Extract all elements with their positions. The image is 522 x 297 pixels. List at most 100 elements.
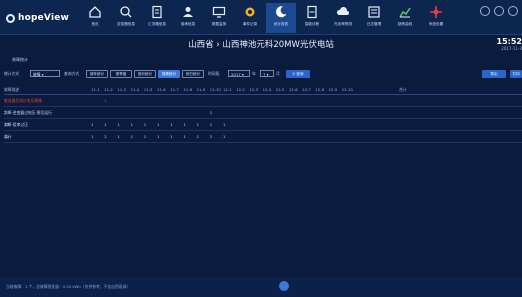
range-year-button[interactable]: 按年统计 [86,70,108,78]
nav-item-label: 汇流箱信息 [148,22,166,26]
home-icon [88,4,102,18]
status-text: 当前故障：1 个，总故障损失量：0.00 kWh（仅供参考，不含自然衰减） [6,284,131,289]
table-cell: 1 [223,134,226,139]
table-cell: 1 [196,122,200,127]
logout-icon[interactable] [508,6,518,16]
monitor-icon [212,4,226,18]
page-title: 山西省 › 山西神池元科20MW光伏电站 [188,40,334,50]
column-header[interactable]: 11-1 [91,86,100,94]
nav-item-10[interactable]: 趋势曲线 [390,3,420,33]
table-cell: 1 [4,110,7,115]
table-cell: 1 [143,134,147,139]
moon-icon [274,4,288,18]
table-cell: 1 [209,122,213,127]
table-row[interactable]: 总计 1 2 1 1 1 1 1 1 1 2 1 12 [4,131,522,143]
column-header[interactable]: 12-5 [276,86,285,94]
table-cell: 1 [223,122,226,127]
nav-item-1[interactable]: 逆变器信息 [111,3,141,33]
chart-icon [398,4,412,18]
range-day-button[interactable]: 按日统计 [182,70,204,78]
nav-item-label: 首页 [91,22,99,26]
stat-type-select[interactable]: 故障 ▾ [30,70,60,77]
table-cell: 1 [157,122,160,127]
stat-type-label: 统计方式 [4,71,20,76]
column-header[interactable]: 12-1 [223,86,232,94]
column-header[interactable]: 11-6 [157,86,166,94]
nav-item-4[interactable]: 数据监测 [204,3,234,33]
column-header[interactable]: 12-7 [302,86,311,94]
nav-item-label: 组串信息 [180,22,196,26]
table-row[interactable]: 判断·逆变器过电压·限功运行 1 1 [4,107,522,119]
document-icon [150,4,164,19]
column-header[interactable]: 11-4 [131,86,140,94]
column-header[interactable]: 11-9 [197,86,206,94]
time-label: 时间段 [208,71,220,76]
column-header[interactable]: 12-4 [263,86,272,94]
nav-item-8[interactable]: 光功率预测 [328,3,358,33]
help-icon[interactable] [480,6,490,16]
year-unit: 年 [252,71,256,76]
export-button[interactable]: 导出 [482,70,506,78]
nav-item-label: 系统设置 [428,22,444,26]
year-select[interactable]: 2017 ▾ [228,70,250,77]
clock-time: 15:52 [496,37,522,46]
nav-item-2[interactable]: 汇流箱信息 [142,3,172,33]
table-cell: 1 [170,134,173,139]
nav-item-label: 逆变器信息 [117,22,135,26]
column-header[interactable]: 11-5 [144,86,153,94]
nav-item-label: 智能诊断 [304,22,320,26]
column-header[interactable]: 12-8 [315,86,324,94]
logo-text: hopeView [18,13,70,23]
nav-item-7[interactable]: 智能诊断 [297,3,327,33]
table-cell: 1 [4,98,7,103]
cloud-icon [336,4,350,18]
query-button[interactable]: ⚲ 查询 [286,70,310,78]
nav-item-5[interactable]: 事件记录 [235,3,265,33]
table-cell: 1 [183,122,186,127]
column-header[interactable]: 故障描述 [4,86,74,94]
month-select[interactable]: 7 ▾ [260,70,274,77]
nav-item-label: 日志管理 [366,22,382,26]
nav-item-9[interactable]: 日志管理 [359,3,389,33]
column-header[interactable]: 11-7 [170,86,179,94]
table-cell: 12 [4,134,9,139]
range-week-button[interactable]: 按周统计 [158,70,180,78]
nav-item-0[interactable]: 首页 [80,3,110,33]
column-header[interactable]: 合计 [399,86,407,94]
row-name: 判断·组串过压 [4,122,28,127]
column-header[interactable]: 11-8 [183,86,192,94]
scroll-indicator[interactable] [279,281,289,291]
column-header[interactable]: 12-9 [329,86,338,94]
search-icon [119,4,133,18]
clock-date: 2017-11-3 [501,46,522,51]
column-header[interactable]: 11-2 [104,86,113,94]
column-header[interactable]: 11-3 [117,86,126,94]
table-cell: 1 [104,98,107,103]
section-title: 故障统计 [12,57,28,62]
table-cell: 1 [91,134,94,139]
column-header[interactable]: 12-2 [236,86,245,94]
nav-item-3[interactable]: 组串信息 [173,3,203,33]
print-button[interactable]: 打印 [510,70,522,78]
table-cell: 1 [183,134,186,139]
settings-icon [429,4,443,18]
column-header[interactable]: 12-10 [342,86,353,94]
table-cell: 1 [157,134,160,139]
nav-item-11[interactable]: 系统设置 [421,3,451,33]
range-quarter-button[interactable]: 按季度 [110,70,132,78]
row-name: 总计 [4,134,12,139]
table-cell: 1 [130,122,134,127]
column-header[interactable]: 12-3 [249,86,258,94]
nav-item-label: 统计报表 [273,22,289,26]
table-row[interactable]: 逆变器交流过电压故障 1 1 [4,95,522,107]
table-row[interactable]: 判断·组串过压 1 1 1 1 1 1 1 1 1 1 1 10 [4,119,522,131]
logo[interactable]: hopeView [6,12,69,24]
clock: 15:52 2017-11-3 [497,37,522,51]
range-month-button[interactable]: 按月统计 [134,70,156,78]
table-cell: 1 [170,122,173,127]
column-header[interactable]: 12-6 [289,86,298,94]
row-name: 判断·逆变器过电压·限功运行 [4,110,52,115]
column-header[interactable]: 11-10 [210,86,221,94]
user-icon[interactable] [494,6,504,16]
nav-item-6[interactable]: 统计报表 [266,3,296,33]
